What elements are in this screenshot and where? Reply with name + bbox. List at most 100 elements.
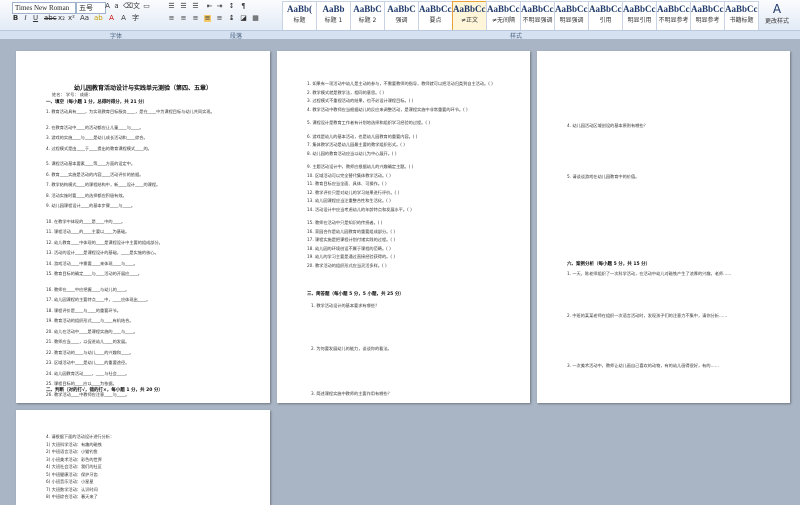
show-marks-icon[interactable]: ¶ [240,3,247,10]
fill-in-question: 8. 活动实施时要____的选择都应积极有效。 [46,192,127,198]
style-gallery-item[interactable]: AaBbCcD 不明显参考 [656,1,691,31]
font-size-dropdown[interactable]: 五号 [76,2,106,14]
bold-icon[interactable]: B [12,15,19,22]
true-false-question: 11. 教育目标应当全面、具体、可操作。( ) [307,181,387,186]
highlight-icon[interactable]: ab [94,15,103,22]
fill-in-question: 3. 游戏的实施____与____是幼儿成长活动和____综合。 [46,135,148,140]
line-spacing-icon[interactable]: ↨ [228,15,235,22]
style-gallery-item[interactable]: AaBbCcI 明显参考 [690,1,725,31]
style-name: ≠无间隔 [491,17,516,24]
style-preview: AaBbCcI [691,4,725,14]
increase-indent-icon[interactable]: ⇥ [216,3,223,10]
numbering-icon[interactable]: ☰ [180,3,187,10]
align-right-icon[interactable]: ≡ [192,15,199,22]
style-name: 明显参考 [695,17,720,24]
char-shading-icon[interactable]: A [120,15,127,22]
style-name: 明显引用 [627,17,652,24]
short-answer-question: 3. 简述课程实施中教师的主要作用有哪些？ [311,391,392,396]
font-name-dropdown[interactable]: Times New Roman [12,2,76,14]
change-styles-icon: A [772,2,782,16]
fill-in-question: 25. 课程目标的____应以____为依据。 [46,381,117,386]
fill-in-question: 5. 课程活动基本要素____等____方面的设定中。 [46,161,136,166]
sort-icon[interactable]: ↕ [228,3,235,10]
true-false-question: 3. 过程模式不重视活动的结果，也不必设计课程目标。( ) [307,98,414,103]
style-gallery-item[interactable]: AaBbC 强调 [384,1,419,31]
fill-in-question: 4. 过程模式是由____于____提出的教育课程模式____的。 [46,145,152,151]
fill-in-question: 9. 幼儿园课程设计____的基本步骤____与____。 [46,203,136,208]
underline-icon[interactable]: U [32,15,39,22]
style-preview: AaBbCcD [419,4,452,14]
subscript-icon[interactable]: x₂ [58,15,65,22]
section-heading-case-analysis: 六、案例分析（每小题 5 分，共 15 分） [567,262,651,267]
true-false-question: 7. 集体教学活动是幼儿园最主要的教学组织形式。( ) [307,142,405,147]
fill-in-question: 23. 区域活动中____是幼儿____的重要途径。 [46,360,130,365]
page-3[interactable]: 4. 幼儿园活动区域创设的基本原则有哪些？ 5. 请谈谈游戏在幼儿园教育中的价值… [537,51,790,403]
page-2[interactable]: 1. 如果有一项活动中幼儿是主动的参与，不需要教师的指导，教师就可以把活动归类到… [277,51,530,403]
style-gallery-item[interactable]: AaBbCcI 书籍标题 [724,1,759,31]
case-analysis-question: 1. 一天，陈老师组织了一次科学活动，在活动中幼儿对磁铁产生了浓厚的兴趣，老师…… [567,271,732,276]
page-4[interactable]: 4. 请根据下面的活动设计进行分析： 1) 大班科学活动：有趣的磁铁 2) 中班语言… [16,410,270,505]
case-analysis-question: 3. 一次美术活动中，教师让幼儿画自己喜欢的动物，有的幼儿画得很好，有的…… [567,363,719,368]
style-gallery-item[interactable]: AaBbCcD ≠无间隔 [486,1,521,31]
style-name: 不明显参考 [658,17,689,24]
distributed-icon[interactable]: ≡ [216,15,223,22]
strikethrough-icon[interactable]: abc [44,15,57,22]
decrease-indent-icon[interactable]: ⇤ [206,3,213,10]
true-false-question: 9. 主题活动设计中，教师应根据幼儿的兴趣确定主题。( ) [307,164,414,169]
fill-in-question: 20. 幼儿在活动中____是课程实施的____与____。 [46,328,138,334]
analysis-item: 6) 小班音乐活动：小星星 [46,479,94,484]
document-workspace[interactable]: 幼儿园教育活动设计与实践单元测验（第四、五章） 姓名： 学号： 成绩： 一、填空… [0,39,800,505]
style-gallery-item[interactable]: AaBbCcD 要点 [418,1,453,31]
style-gallery-item[interactable]: AaBb 标题 1 [316,1,351,31]
style-gallery-item[interactable]: AaBbCcD ≠正文 [452,1,487,31]
italic-icon[interactable]: I [22,15,29,22]
fill-in-question: 10. 在教学中体现的____是____中的____。 [46,218,126,224]
justify-icon[interactable]: ≡ [204,15,211,22]
style-gallery-item[interactable]: AaBbC 标题 2 [350,1,385,31]
grow-font-icon[interactable]: A [104,3,111,10]
true-false-question: 12. 教学评价只是对幼儿的学习结果进行评价。( ) [307,189,400,195]
style-gallery-item[interactable]: AaBb(标题 [282,1,317,31]
multilevel-list-icon[interactable]: ☰ [192,3,199,10]
fill-in-question: 6. 教育____实施是活动的内容____活动评价的依据。 [46,171,144,177]
student-info-line: 姓名： 学号： 成绩： [52,92,93,97]
analysis-item: 1) 大班科学活动：有趣的磁铁 [46,441,102,447]
change-styles-button[interactable]: A 更改样式 [756,2,798,28]
bullets-icon[interactable]: ☰ [168,3,175,10]
fill-in-question: 11. 课程活动____的____主要以____为基础。 [46,229,130,234]
style-preview: AaBbCcD [589,4,622,14]
align-center-icon[interactable]: ≡ [180,15,187,22]
align-left-icon[interactable]: ≡ [168,15,175,22]
phonetic-icon[interactable]: 文 [133,3,140,10]
font-color-icon[interactable]: A [108,15,115,22]
style-gallery-item[interactable]: AaBbCcD 不明显强调 [520,1,555,31]
analysis-item: 3) 小班美术活动：彩色的世界 [46,456,102,462]
style-name: 引用 [599,17,612,24]
style-name: 强调 [395,17,408,24]
shrink-font-icon[interactable]: a [113,3,120,10]
borders-icon[interactable]: ▦ [252,15,259,22]
short-answer-question: 5. 请谈谈游戏在幼儿园教育中的价值。 [567,174,640,179]
superscript-icon[interactable]: x² [68,15,75,22]
shading-icon[interactable]: ◪ [240,15,247,22]
case-analysis-question: 2. 中班的某某老师在组织一次语言活动时，发现孩子们的注意力不集中，请你分析…… [567,313,728,318]
style-preview: AaBbC [387,4,416,14]
fill-in-question: 16. 教师在____中应把握____与幼儿的____。 [46,286,130,292]
analysis-item: 2) 中班语言活动：小猫钓鱼 [46,449,98,454]
change-styles-label: 更改样式 [764,18,789,25]
page-1[interactable]: 幼儿园教育活动设计与实践单元测验（第四、五章） 姓名： 学号： 成绩： 一、填空… [16,51,270,403]
style-name: 标题 1 [324,17,343,24]
style-gallery-item[interactable]: AaBbCcD 引用 [588,1,623,31]
style-preview: AaBbCcD [521,4,554,14]
style-gallery-item[interactable]: AaBbCcD 明显引用 [622,1,657,31]
style-preview: AaBbCcD [555,4,588,14]
true-false-question: 8. 幼儿园的教育活动应当以幼儿为中心展开。( ) [307,150,397,156]
border-char-icon[interactable]: ▭ [143,3,150,10]
style-gallery-item[interactable]: AaBbCcD 明显强调 [554,1,589,31]
clear-format-icon[interactable]: ⌫ [123,3,133,10]
change-case-icon[interactable]: Aa [80,15,89,22]
enclose-char-icon[interactable]: 字 [132,15,139,22]
true-false-question: 17. 课程实施是把课程计划付诸实践的过程。( ) [307,237,395,242]
fill-in-question: 24. 幼儿园教育活动____，____与社会____。 [46,370,130,376]
style-name: 要点 [429,17,442,24]
